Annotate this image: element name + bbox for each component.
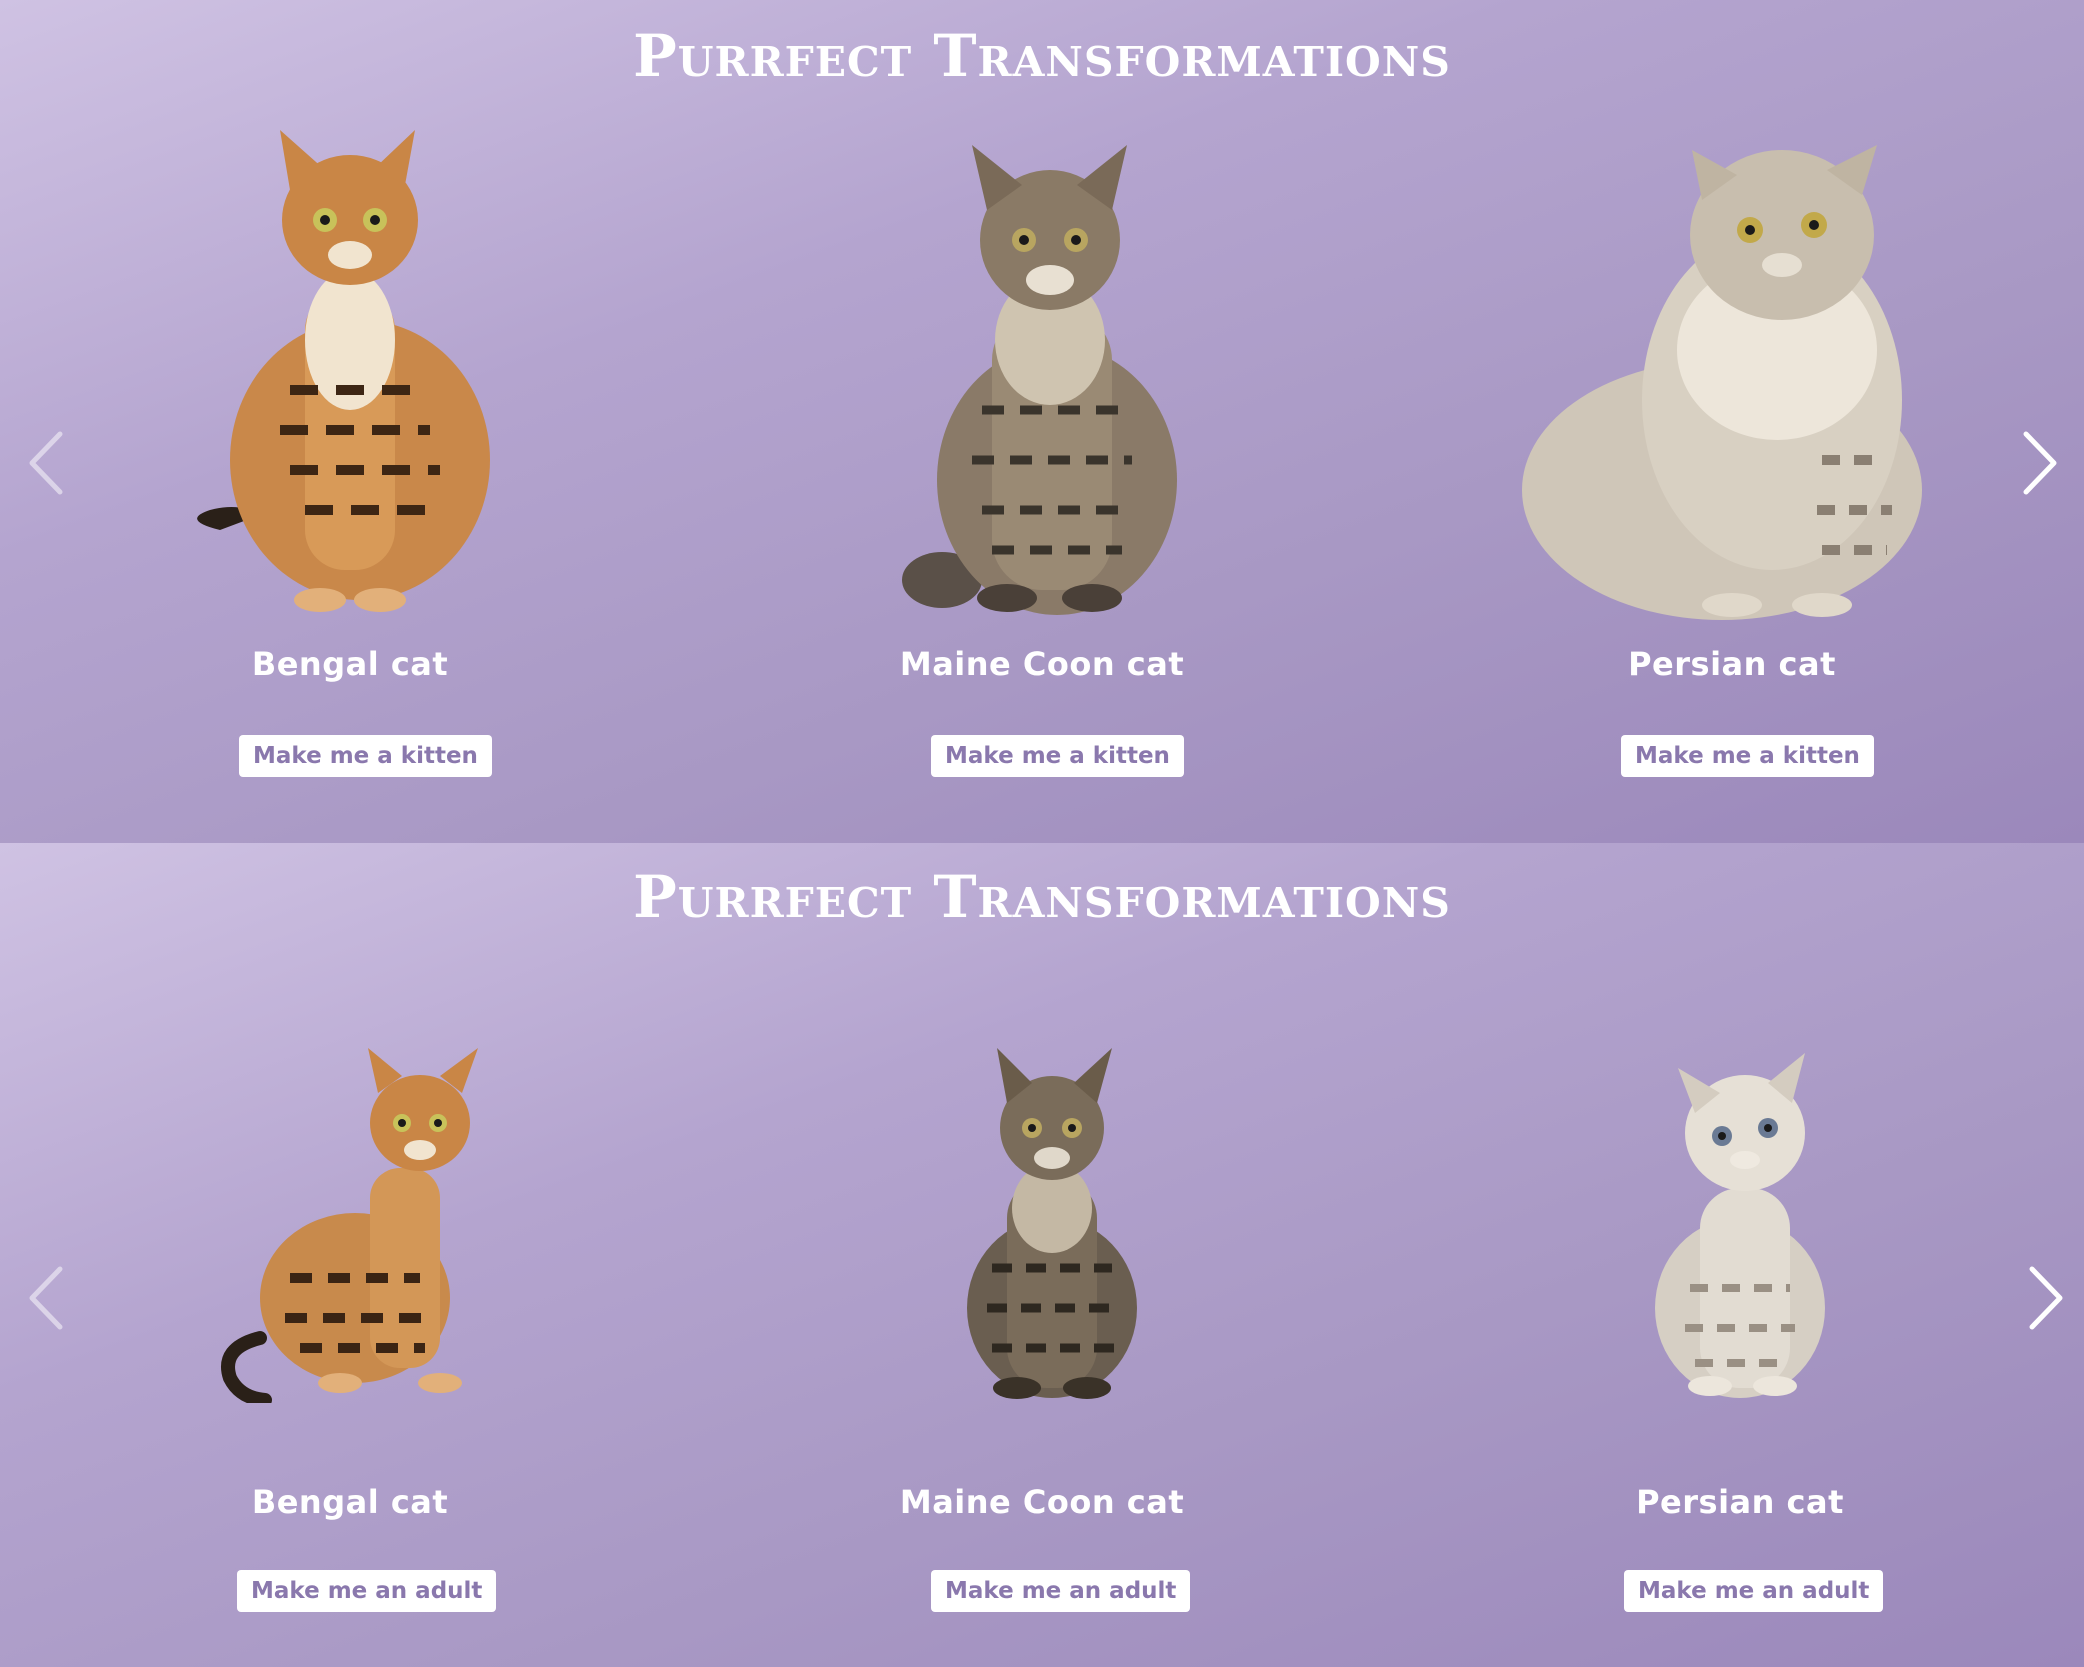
cat-name: Maine Coon cat <box>899 645 1185 683</box>
make-kitten-button[interactable]: Make me a kitten <box>239 735 492 777</box>
kitten-cats-carousel: Purrfect Transformations Bengal cat Make… <box>0 843 2084 1667</box>
carousel-prev-arrow[interactable] <box>16 1253 76 1343</box>
adult-cats-carousel: Purrfect Transformations Bengal cat Make… <box>0 0 2084 843</box>
make-kitten-button[interactable]: Make me a kitten <box>931 735 1184 777</box>
maine-coon-kitten-image <box>967 1048 1137 1399</box>
cat-name: Persian cat <box>1636 1483 1844 1521</box>
carousel-title: Purrfect Transformations <box>633 22 1451 90</box>
chevron-left-icon <box>29 431 63 495</box>
persian-kitten-image <box>1655 1053 1825 1398</box>
cat-name: Bengal cat <box>251 645 449 683</box>
chevron-right-icon <box>2023 431 2057 495</box>
make-adult-button[interactable]: Make me an adult <box>1624 1570 1884 1612</box>
carousel-title: Purrfect Transformations <box>633 863 1451 931</box>
chevron-left-icon <box>29 1266 63 1330</box>
chevron-right-icon <box>2029 1266 2063 1330</box>
carousel-next-arrow[interactable] <box>2010 418 2070 508</box>
make-kitten-button[interactable]: Make me a kitten <box>1621 735 1874 777</box>
persian-cat-image <box>1522 145 1922 620</box>
maine-coon-cat-image <box>902 145 1177 615</box>
cat-name: Persian cat <box>1628 645 1836 683</box>
make-adult-button[interactable]: Make me an adult <box>237 1570 497 1612</box>
cat-name: Maine Coon cat <box>899 1483 1185 1521</box>
carousel-prev-arrow[interactable] <box>16 418 76 508</box>
make-adult-button[interactable]: Make me an adult <box>931 1570 1191 1612</box>
bengal-kitten-image <box>221 1048 478 1403</box>
cat-name: Bengal cat <box>251 1483 449 1521</box>
carousel-next-arrow[interactable] <box>2016 1253 2076 1343</box>
bengal-cat-image <box>197 130 490 612</box>
